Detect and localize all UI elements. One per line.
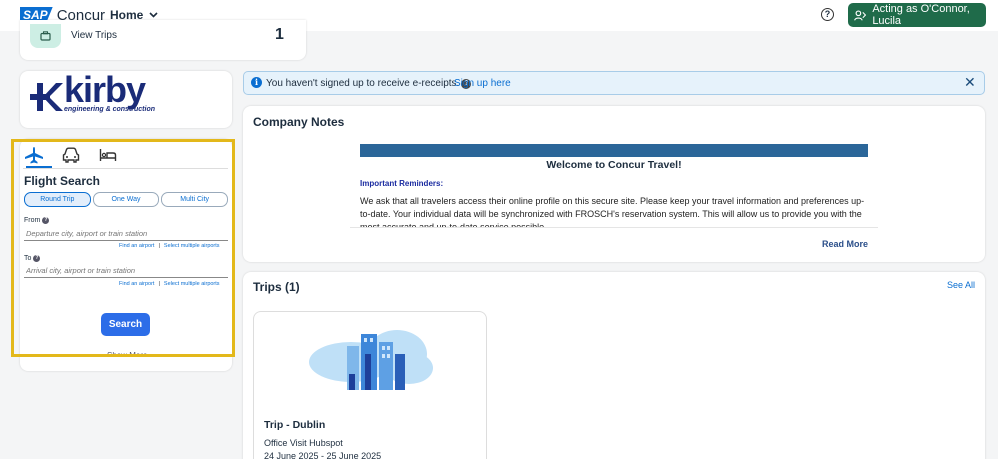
arrival-input[interactable] xyxy=(24,264,228,278)
from-airport-links: Find an airport | Select multiple airpor… xyxy=(119,243,220,249)
car-icon xyxy=(62,147,80,163)
company-logo-tagline: engineering & construction xyxy=(64,106,156,113)
close-icon[interactable]: ✕ xyxy=(964,74,976,91)
find-airport-link[interactable]: Find an airport xyxy=(119,281,154,287)
from-label: From ? xyxy=(24,217,50,224)
trip-dates: 24 June 2025 - 25 June 2025 xyxy=(264,451,382,459)
notes-reminders-heading: Important Reminders: xyxy=(360,179,444,188)
trips-card: Trips (1) See All Trip - Dublin Office V… xyxy=(243,272,985,459)
trip-type-round-trip[interactable]: Round Trip xyxy=(24,192,91,207)
select-multiple-airports-link[interactable]: Select multiple airports xyxy=(164,243,220,249)
user-switch-icon xyxy=(854,9,867,21)
notes-banner-bar xyxy=(360,144,868,157)
view-trips-label: View Trips xyxy=(71,30,117,41)
sign-up-link[interactable]: Sign up here xyxy=(454,78,511,89)
to-label: To ? xyxy=(24,255,41,262)
booking-mode-tabs xyxy=(24,146,118,164)
acting-as-button[interactable]: Acting as O'Connor, Lucila xyxy=(848,3,986,27)
search-button[interactable]: Search xyxy=(101,313,150,336)
ereceipt-message: You haven't signed up to receive e-recei… xyxy=(266,78,472,89)
trips-title: Trips (1) xyxy=(253,280,300,294)
company-notes-title: Company Notes xyxy=(253,115,345,129)
view-trips-count: 1 xyxy=(275,26,284,43)
see-all-link[interactable]: See All xyxy=(947,280,975,290)
question-icon[interactable]: ? xyxy=(33,255,41,262)
city-buildings-icon xyxy=(309,330,433,390)
company-notes-card: Company Notes Welcome to Concur Travel! … xyxy=(243,106,985,262)
notes-divider xyxy=(350,227,878,228)
kirby-logo-mark xyxy=(30,83,63,111)
question-icon[interactable]: ? xyxy=(42,217,50,224)
from-label-text: From xyxy=(24,217,41,224)
tabs-divider xyxy=(23,168,228,169)
airplane-icon xyxy=(25,147,43,164)
ereceipt-banner: i You haven't signed up to receive e-rec… xyxy=(243,71,985,95)
trip-tile[interactable]: Trip - Dublin Office Visit Hubspot 24 Ju… xyxy=(253,311,487,459)
notes-body: We ask that all travelers access their o… xyxy=(360,196,865,227)
view-trips-card[interactable]: View Trips 1 xyxy=(20,20,306,60)
select-multiple-airports-link[interactable]: Select multiple airports xyxy=(164,281,220,287)
ereceipt-message-text: You haven't signed up to receive e-recei… xyxy=(266,78,460,89)
departure-input[interactable] xyxy=(24,227,228,241)
show-more-link[interactable]: Show More xyxy=(107,351,147,356)
tab-flight[interactable] xyxy=(24,146,44,164)
help-icon[interactable]: ? xyxy=(821,8,834,21)
suitcase-icon xyxy=(30,24,61,48)
read-more-link[interactable]: Read More xyxy=(822,239,868,249)
bed-icon xyxy=(99,149,117,161)
trip-type-multi-city[interactable]: Multi City xyxy=(161,192,229,207)
tab-hotel[interactable] xyxy=(98,146,118,164)
tab-car[interactable] xyxy=(61,146,81,164)
find-airport-link[interactable]: Find an airport xyxy=(119,243,154,249)
flight-search-title: Flight Search xyxy=(24,174,101,188)
acting-as-label: Acting as O'Connor, Lucila xyxy=(872,3,970,27)
to-label-text: To xyxy=(24,255,32,262)
trip-name: Trip - Dublin xyxy=(264,419,326,431)
company-logo-card: kirby engineering & construction xyxy=(20,71,232,128)
trip-purpose: Office Visit Hubspot xyxy=(264,438,343,448)
trip-type-one-way[interactable]: One Way xyxy=(92,192,160,207)
company-logo-name: kirby xyxy=(64,69,146,110)
to-airport-links: Find an airport | Select multiple airpor… xyxy=(119,281,220,287)
info-icon: i xyxy=(251,77,262,88)
notes-welcome: Welcome to Concur Travel! xyxy=(546,159,682,171)
chevron-down-icon xyxy=(149,12,158,18)
trip-type-selector: Round Trip One Way Multi City xyxy=(24,192,229,207)
